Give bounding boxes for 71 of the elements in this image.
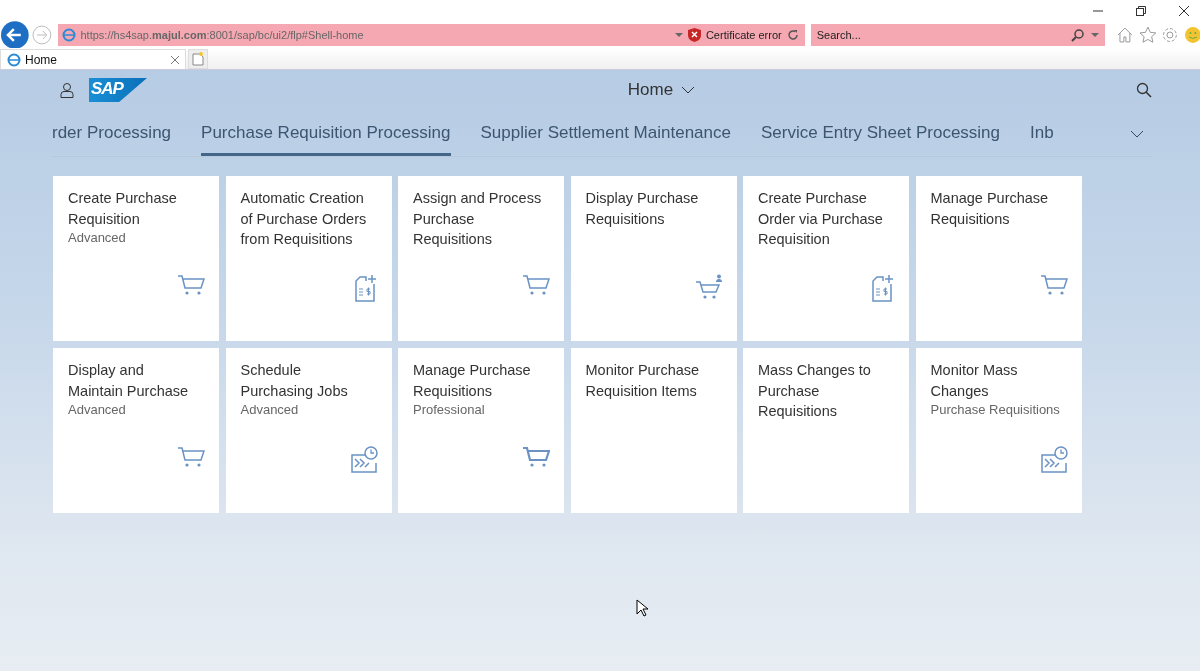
tile-title: Create Purchase Requisition (68, 189, 178, 229)
search-box[interactable]: Search... (810, 23, 1105, 46)
group-tab[interactable]: Purchase Requisition Processing (201, 112, 451, 156)
schedule-icon (1039, 446, 1068, 474)
cart-icon (1039, 274, 1068, 296)
tile-title: Display Purchase Requisitions (585, 189, 700, 229)
cart-person-icon (694, 274, 723, 300)
home-icon[interactable] (1115, 25, 1134, 44)
shield-error-icon (687, 27, 701, 42)
certificate-error-text[interactable]: Certificate error (705, 28, 782, 41)
group-tab[interactable]: rder Processing (52, 112, 172, 156)
tile-subtitle: Purchase Requisitions (930, 402, 1061, 417)
app-tile[interactable]: Manage Purchase Requisitions Professional (398, 348, 564, 513)
home-menu-button[interactable]: Home (627, 80, 696, 100)
app-tile[interactable]: Assign and Process Purchase Requisitions (398, 176, 564, 341)
schedule-icon (349, 446, 378, 474)
app-tile[interactable]: Mass Changes to Purchase Requisitions (743, 348, 909, 513)
tile-subtitle: Advanced (240, 402, 300, 417)
caret-icon[interactable] (674, 31, 683, 38)
cart-icon (522, 274, 550, 296)
cart-icon (177, 446, 205, 468)
search-field[interactable]: Search... (816, 28, 1065, 41)
browser-tab[interactable]: Home (0, 49, 186, 69)
tile-subtitle: Professional (413, 402, 486, 417)
app-tile[interactable]: Create Purchase Requisition Advanced (53, 176, 219, 341)
app-tile[interactable]: Create Purchase Order via Purchase Requisition (743, 176, 909, 341)
app-tile[interactable]: Automatic Creation of Purchase Orders from Requisitions (225, 176, 392, 341)
back-icon[interactable] (1, 20, 29, 49)
tile-title: Automatic Creation of Purchase Orders from Requisitions (240, 189, 368, 249)
caret-icon[interactable] (1090, 31, 1099, 38)
new-page-icon (192, 52, 204, 66)
tile-title: Monitor Mass Changes (930, 361, 1019, 401)
chevron-down-icon (681, 86, 696, 94)
close-icon[interactable] (1178, 4, 1190, 17)
document-icon (871, 274, 895, 302)
restore-icon[interactable] (1135, 4, 1147, 17)
user-icon[interactable] (60, 82, 74, 98)
search-icon[interactable] (1136, 82, 1152, 98)
app-tile[interactable]: Display and Maintain Purchase Advanced (53, 348, 219, 513)
smiley-icon[interactable] (1184, 25, 1200, 44)
tile-subtitle: Advanced (68, 402, 127, 417)
app-tile[interactable]: Display Purchase Requisitions (570, 176, 737, 341)
tile-title: Assign and Process Purchase Requisitions (413, 189, 543, 249)
app-tile[interactable]: Schedule Purchasing Jobs Advanced (225, 348, 392, 513)
tile-title: Create Purchase Order via Purchase Requisition (758, 189, 884, 249)
tile-subtitle: Advanced (68, 230, 127, 245)
page-icon (61, 27, 76, 42)
document-icon (353, 274, 378, 302)
app-tile[interactable]: Monitor Purchase Requisition Items (570, 348, 737, 513)
settings-icon[interactable] (1161, 25, 1180, 44)
app-tile[interactable]: Monitor Mass Changes Purchase Requisitions (915, 348, 1082, 513)
refresh-icon[interactable] (786, 28, 799, 41)
star-icon[interactable] (1138, 25, 1157, 44)
mouse-cursor-icon (636, 599, 648, 617)
search-icon[interactable] (1070, 27, 1085, 42)
sap-logo: SAP (89, 78, 147, 102)
tile-title: Mass Changes to Purchase Requisitions (758, 361, 872, 421)
chevron-down-icon[interactable] (1130, 130, 1144, 138)
tile-title: Display and Maintain Purchase (68, 361, 190, 401)
group-tab[interactable]: Inb (1030, 112, 1054, 156)
tile-title: Manage Purchase Requisitions (930, 189, 1050, 229)
group-tab[interactable]: Supplier Settlement Maintenance (480, 112, 731, 156)
tile-title: Monitor Purchase Requisition Items (585, 361, 701, 401)
app-tile[interactable]: Manage Purchase Requisitions (915, 176, 1082, 341)
cart-icon (177, 274, 205, 296)
address-bar[interactable]: https://hs4sap.majul.com:8001/sap/bc/ui2/flp#Shell-home Certificate error (57, 23, 805, 46)
tile-title: Manage Purchase Requisitions (413, 361, 532, 401)
cart-icon (522, 446, 550, 468)
page-icon (7, 52, 21, 67)
tile-title: Schedule Purchasing Jobs (240, 361, 349, 401)
group-tab[interactable]: Service Entry Sheet Processing (760, 112, 1001, 156)
